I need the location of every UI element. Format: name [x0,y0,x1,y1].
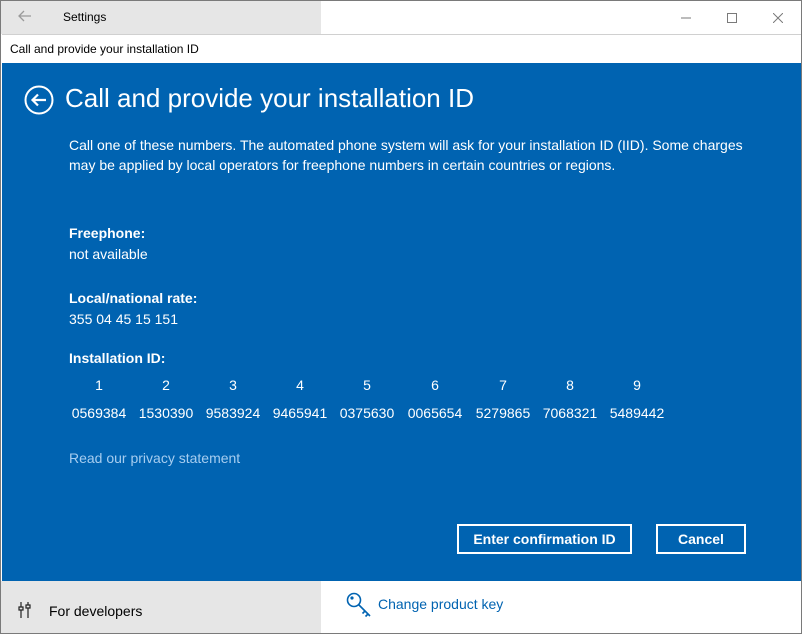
key-icon [345,591,373,619]
installation-id-label: Installation ID: [69,350,166,366]
page-title: Call and provide your installation ID [65,83,474,113]
close-icon [773,12,783,23]
back-arrow-icon[interactable] [17,8,37,28]
window-controls [663,1,801,34]
maximize-icon [727,12,737,23]
change-product-key-link[interactable]: Change product key [378,596,503,612]
iid-group-number: 9 [633,377,641,393]
local-rate-value: 355 04 45 15 151 [69,311,178,327]
dialog-window-title: Call and provide your installation ID [10,42,199,56]
local-rate-label: Local/national rate: [69,290,198,306]
minimize-icon [681,17,691,18]
iid-value: 7068321 [542,405,598,421]
enter-confirmation-id-button[interactable]: Enter confirmation ID [457,524,632,554]
close-button[interactable] [755,1,801,34]
iid-value: 5489442 [609,405,665,421]
iid-group-numbers: 1 2 3 4 5 6 7 8 9 [69,377,689,397]
iid-group-number: 2 [162,377,170,393]
iid-value: 1530390 [138,405,194,421]
description-text: Call one of these numbers. The automated… [69,137,743,173]
iid-value: 0375630 [339,405,395,421]
back-circle-icon[interactable] [24,85,54,115]
freephone-value: not available [69,246,148,262]
iid-value: 0065654 [407,405,463,421]
iid-group-number: 3 [229,377,237,393]
iid-group-number: 6 [431,377,439,393]
minimize-button[interactable] [663,1,709,34]
iid-values: 0569384 1530390 9583924 9465941 0375630 … [69,405,689,425]
cancel-button[interactable]: Cancel [656,524,746,554]
dialog-titlebar: Call and provide your installation ID [2,34,801,63]
iid-value: 9465941 [272,405,328,421]
settings-title: Settings [63,10,107,24]
iid-value: 5279865 [475,405,531,421]
iid-group-number: 8 [566,377,574,393]
developer-tools-icon [17,601,33,618]
settings-window: Settings For developers Change product k… [0,0,802,634]
sidebar-item-for-developers[interactable]: For developers [49,603,142,619]
iid-value: 9583924 [205,405,261,421]
maximize-button[interactable] [709,1,755,34]
iid-group-number: 1 [95,377,103,393]
iid-group-number: 4 [296,377,304,393]
installation-id-dialog: Call and provide your installation ID Ca… [2,63,801,581]
freephone-label: Freephone: [69,225,146,241]
iid-value: 0569384 [71,405,127,421]
privacy-statement-link[interactable]: Read our privacy statement [69,450,240,466]
settings-titlebar [1,1,321,34]
iid-group-number: 5 [363,377,371,393]
iid-group-number: 7 [499,377,507,393]
